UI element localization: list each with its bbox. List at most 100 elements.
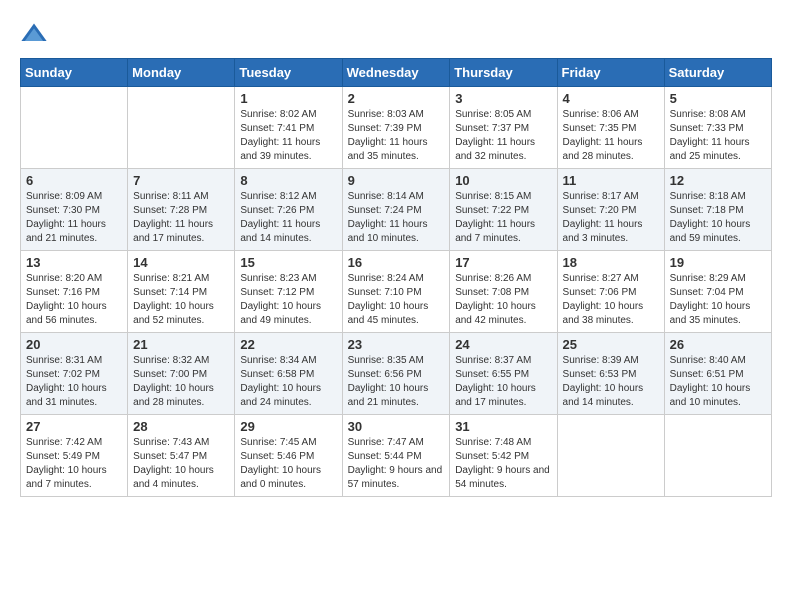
day-number: 18 (563, 255, 659, 270)
calendar-table: SundayMondayTuesdayWednesdayThursdayFrid… (20, 58, 772, 497)
day-info: Sunrise: 7:45 AM Sunset: 5:46 PM Dayligh… (240, 436, 336, 492)
day-number: 12 (670, 173, 766, 188)
day-number: 1 (240, 91, 336, 106)
calendar-cell: 1 Sunrise: 8:02 AM Sunset: 7:41 PM Daylig… (235, 87, 342, 169)
day-info: Sunrise: 8:24 AM Sunset: 7:10 PM Dayligh… (348, 272, 445, 328)
day-number: 2 (348, 91, 445, 106)
day-info: Sunrise: 8:21 AM Sunset: 7:14 PM Dayligh… (133, 272, 229, 328)
day-info: Sunrise: 8:11 AM Sunset: 7:28 PM Dayligh… (133, 190, 229, 246)
day-number: 15 (240, 255, 336, 270)
day-info: Sunrise: 8:14 AM Sunset: 7:24 PM Dayligh… (348, 190, 445, 246)
calendar-cell: 7 Sunrise: 8:11 AM Sunset: 7:28 PM Daylig… (128, 169, 235, 251)
weekday-header-sunday: Sunday (21, 59, 128, 87)
day-number: 9 (348, 173, 445, 188)
day-number: 5 (670, 91, 766, 106)
logo (20, 20, 52, 48)
day-info: Sunrise: 8:35 AM Sunset: 6:56 PM Dayligh… (348, 354, 445, 410)
day-number: 13 (26, 255, 122, 270)
day-info: Sunrise: 8:40 AM Sunset: 6:51 PM Dayligh… (670, 354, 766, 410)
day-number: 8 (240, 173, 336, 188)
day-number: 29 (240, 419, 336, 434)
day-number: 28 (133, 419, 229, 434)
calendar-cell (557, 415, 664, 497)
day-number: 24 (455, 337, 551, 352)
calendar-cell: 26 Sunrise: 8:40 AM Sunset: 6:51 PM Dayli… (664, 333, 771, 415)
calendar-cell: 6Sunrise: 8:09 AM Sunset: 7:30 PM Daylig… (21, 169, 128, 251)
calendar-cell: 20 Sunrise: 8:31 AM Sunset: 7:02 PM Dayli… (21, 333, 128, 415)
day-info: Sunrise: 8:12 AM Sunset: 7:26 PM Dayligh… (240, 190, 336, 246)
day-number: 14 (133, 255, 229, 270)
day-number: 7 (133, 173, 229, 188)
calendar-cell: 3Sunrise: 8:05 AM Sunset: 7:37 PM Daylig… (450, 87, 557, 169)
day-info: Sunrise: 8:32 AM Sunset: 7:00 PM Dayligh… (133, 354, 229, 410)
calendar-cell: 24 Sunrise: 8:37 AM Sunset: 6:55 PM Dayli… (450, 333, 557, 415)
calendar-cell: 14 Sunrise: 8:21 AM Sunset: 7:14 PM Dayli… (128, 251, 235, 333)
day-number: 26 (670, 337, 766, 352)
day-info: Sunrise: 8:15 AM Sunset: 7:22 PM Dayligh… (455, 190, 551, 246)
day-info: Sunrise: 8:17 AM Sunset: 7:20 PM Dayligh… (563, 190, 659, 246)
calendar-cell: 9 Sunrise: 8:14 AM Sunset: 7:24 PM Daylig… (342, 169, 450, 251)
day-number: 16 (348, 255, 445, 270)
day-info: Sunrise: 8:09 AM Sunset: 7:30 PM Dayligh… (26, 190, 122, 246)
day-info: Sunrise: 8:29 AM Sunset: 7:04 PM Dayligh… (670, 272, 766, 328)
day-info: Sunrise: 8:39 AM Sunset: 6:53 PM Dayligh… (563, 354, 659, 410)
calendar-cell (128, 87, 235, 169)
day-number: 25 (563, 337, 659, 352)
day-info: Sunrise: 8:23 AM Sunset: 7:12 PM Dayligh… (240, 272, 336, 328)
calendar-cell: 16 Sunrise: 8:24 AM Sunset: 7:10 PM Dayli… (342, 251, 450, 333)
day-info: Sunrise: 8:31 AM Sunset: 7:02 PM Dayligh… (26, 354, 122, 410)
weekday-header-thursday: Thursday (450, 59, 557, 87)
weekday-header-monday: Monday (128, 59, 235, 87)
day-info: Sunrise: 7:42 AM Sunset: 5:49 PM Dayligh… (26, 436, 122, 492)
day-info: Sunrise: 7:47 AM Sunset: 5:44 PM Dayligh… (348, 436, 445, 492)
day-number: 11 (563, 173, 659, 188)
weekday-header-friday: Friday (557, 59, 664, 87)
day-number: 10 (455, 173, 551, 188)
day-info: Sunrise: 8:18 AM Sunset: 7:18 PM Dayligh… (670, 190, 766, 246)
calendar-cell: 10 Sunrise: 8:15 AM Sunset: 7:22 PM Dayli… (450, 169, 557, 251)
weekday-header-row: SundayMondayTuesdayWednesdayThursdayFrid… (21, 59, 772, 87)
day-info: Sunrise: 8:37 AM Sunset: 6:55 PM Dayligh… (455, 354, 551, 410)
calendar-cell: 8 Sunrise: 8:12 AM Sunset: 7:26 PM Daylig… (235, 169, 342, 251)
day-number: 4 (563, 91, 659, 106)
calendar-cell: 28 Sunrise: 7:43 AM Sunset: 5:47 PM Dayli… (128, 415, 235, 497)
day-info: Sunrise: 7:48 AM Sunset: 5:42 PM Dayligh… (455, 436, 551, 492)
day-number: 23 (348, 337, 445, 352)
day-info: Sunrise: 8:06 AM Sunset: 7:35 PM Dayligh… (563, 108, 659, 164)
day-info: Sunrise: 8:08 AM Sunset: 7:33 PM Dayligh… (670, 108, 766, 164)
calendar-week-row: 20 Sunrise: 8:31 AM Sunset: 7:02 PM Dayli… (21, 333, 772, 415)
day-info: Sunrise: 8:26 AM Sunset: 7:08 PM Dayligh… (455, 272, 551, 328)
day-number: 19 (670, 255, 766, 270)
calendar-cell: 2 Sunrise: 8:03 AM Sunset: 7:39 PM Daylig… (342, 87, 450, 169)
calendar-cell: 5 Sunrise: 8:08 AM Sunset: 7:33 PM Daylig… (664, 87, 771, 169)
calendar-cell: 29 Sunrise: 7:45 AM Sunset: 5:46 PM Dayli… (235, 415, 342, 497)
calendar-cell (21, 87, 128, 169)
calendar-cell: 15 Sunrise: 8:23 AM Sunset: 7:12 PM Dayli… (235, 251, 342, 333)
day-info: Sunrise: 8:03 AM Sunset: 7:39 PM Dayligh… (348, 108, 445, 164)
weekday-header-saturday: Saturday (664, 59, 771, 87)
calendar-cell: 17Sunrise: 8:26 AM Sunset: 7:08 PM Dayli… (450, 251, 557, 333)
page-header (20, 20, 772, 48)
day-number: 21 (133, 337, 229, 352)
day-info: Sunrise: 8:27 AM Sunset: 7:06 PM Dayligh… (563, 272, 659, 328)
logo-icon (20, 20, 48, 48)
calendar-cell: 27Sunrise: 7:42 AM Sunset: 5:49 PM Dayli… (21, 415, 128, 497)
day-info: Sunrise: 8:02 AM Sunset: 7:41 PM Dayligh… (240, 108, 336, 164)
day-number: 22 (240, 337, 336, 352)
calendar-cell: 4 Sunrise: 8:06 AM Sunset: 7:35 PM Daylig… (557, 87, 664, 169)
calendar-cell: 23 Sunrise: 8:35 AM Sunset: 6:56 PM Dayli… (342, 333, 450, 415)
calendar-cell: 25 Sunrise: 8:39 AM Sunset: 6:53 PM Dayli… (557, 333, 664, 415)
day-info: Sunrise: 7:43 AM Sunset: 5:47 PM Dayligh… (133, 436, 229, 492)
day-info: Sunrise: 8:20 AM Sunset: 7:16 PM Dayligh… (26, 272, 122, 328)
calendar-cell: 21 Sunrise: 8:32 AM Sunset: 7:00 PM Dayli… (128, 333, 235, 415)
calendar-week-row: 1 Sunrise: 8:02 AM Sunset: 7:41 PM Daylig… (21, 87, 772, 169)
calendar-cell: 22 Sunrise: 8:34 AM Sunset: 6:58 PM Dayli… (235, 333, 342, 415)
calendar-cell: 18 Sunrise: 8:27 AM Sunset: 7:06 PM Dayli… (557, 251, 664, 333)
day-info: Sunrise: 8:34 AM Sunset: 6:58 PM Dayligh… (240, 354, 336, 410)
day-number: 20 (26, 337, 122, 352)
calendar-cell: 12 Sunrise: 8:18 AM Sunset: 7:18 PM Dayli… (664, 169, 771, 251)
weekday-header-tuesday: Tuesday (235, 59, 342, 87)
calendar-week-row: 27Sunrise: 7:42 AM Sunset: 5:49 PM Dayli… (21, 415, 772, 497)
weekday-header-wednesday: Wednesday (342, 59, 450, 87)
calendar-cell: 11 Sunrise: 8:17 AM Sunset: 7:20 PM Dayli… (557, 169, 664, 251)
